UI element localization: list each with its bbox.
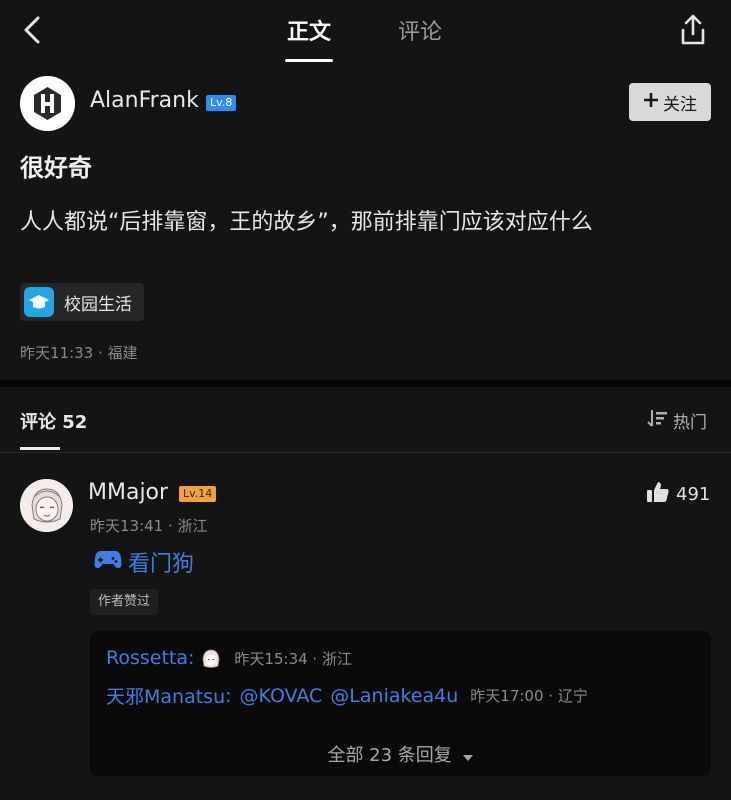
- gamepad-icon: [94, 548, 122, 576]
- follow-button[interactable]: 关注: [629, 83, 711, 121]
- game-link-label: 看门狗: [128, 552, 195, 577]
- comments-header-divider: [0, 452, 731, 453]
- topic-chip[interactable]: 校园生活: [20, 283, 144, 321]
- post-meta: 昨天11:33 · 福建: [20, 344, 138, 362]
- comment-meta: 昨天13:41 · 浙江: [90, 517, 208, 535]
- caret-down-icon: [462, 746, 474, 767]
- tab-main-text[interactable]: 正文: [287, 14, 331, 46]
- reply-colon: :: [188, 647, 195, 669]
- comments-tab-indicator: [20, 447, 60, 450]
- reply-time: 昨天15:34 · 浙江: [234, 649, 352, 668]
- author-avatar[interactable]: [20, 76, 75, 131]
- reply-time: 昨天17:00 · 辽宁: [470, 687, 588, 705]
- follow-label: 关注: [663, 94, 697, 115]
- reply-preview-box: Rossetta : 昨天15:34 · 浙江 天邪Manatsu : @KOV…: [90, 631, 711, 776]
- top-bar: 正文 评论: [0, 0, 731, 64]
- author-liked-badge: 作者赞过: [90, 589, 159, 615]
- like-count: 491: [676, 484, 711, 505]
- author-level-badge: Lv.8: [206, 95, 237, 111]
- sort-label: 热门: [673, 413, 707, 433]
- sort-hot-button[interactable]: 热门: [647, 408, 707, 433]
- sort-icon: [647, 408, 669, 433]
- post-title: 很好奇: [20, 154, 92, 182]
- mention-link[interactable]: @Laniakea4u: [330, 685, 458, 707]
- reply-line: Rossetta : 昨天15:34 · 浙江: [106, 647, 352, 669]
- share-icon[interactable]: [676, 12, 710, 48]
- commenter-level-badge: Lv.14: [179, 486, 217, 502]
- post-body: 人人都说“后排靠窗，王的故乡”，那前排靠门应该对应什么: [20, 210, 593, 235]
- reply-username[interactable]: 天邪Manatsu: [106, 682, 225, 709]
- mention-link[interactable]: @KOVAC: [240, 685, 323, 707]
- graduation-cap-icon: [24, 287, 54, 317]
- commenter-name[interactable]: MMajor: [88, 480, 168, 505]
- sticker-image: [200, 647, 222, 669]
- reply-line: 天邪Manatsu : @KOVAC @Laniakea4u 昨天17:00 ·…: [106, 682, 588, 709]
- topic-label: 校园生活: [64, 294, 132, 315]
- game-link[interactable]: 看门狗: [94, 546, 194, 578]
- tab-comments[interactable]: 评论: [398, 14, 442, 46]
- active-tab-indicator: [285, 59, 333, 62]
- section-divider: [0, 380, 731, 387]
- back-arrow-icon[interactable]: [18, 12, 48, 48]
- author-name[interactable]: AlanFrank: [90, 88, 199, 113]
- all-replies-label: 全部 23 条回复: [327, 745, 452, 766]
- comments-count: 评论 52: [20, 412, 88, 433]
- view-all-replies-button[interactable]: 全部 23 条回复: [90, 741, 711, 767]
- thumbs-up-icon: [646, 480, 670, 509]
- reply-username[interactable]: Rossetta: [106, 647, 188, 669]
- commenter-avatar[interactable]: [20, 479, 73, 532]
- plus-icon: [643, 92, 659, 113]
- like-button[interactable]: 491: [646, 480, 710, 509]
- reply-colon: :: [225, 684, 232, 707]
